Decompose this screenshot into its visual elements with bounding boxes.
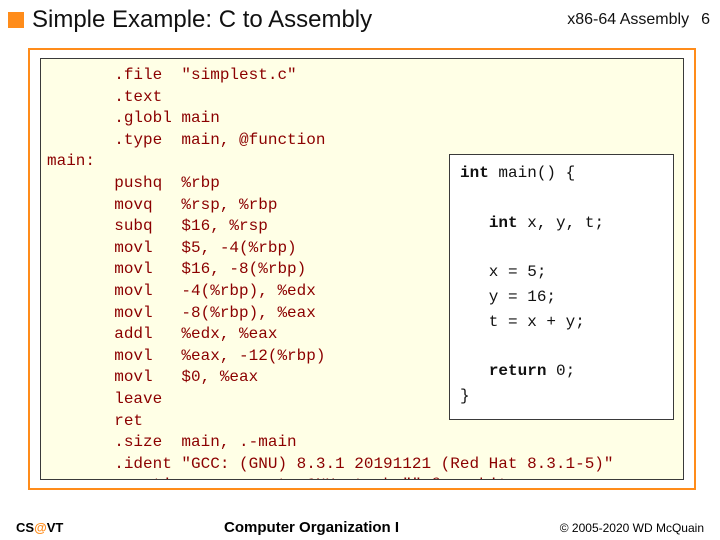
asm-line: ret	[47, 412, 143, 430]
asm-line: .ident "GCC: (GNU) 8.3.1 20191121 (Red H…	[47, 455, 614, 473]
asm-line: .size main, .-main	[47, 433, 297, 451]
c-text: 0;	[546, 362, 575, 380]
footer-cs: CS	[16, 520, 34, 535]
asm-line: .section .note.GNU-stack,"",@progbits	[47, 476, 517, 480]
asm-line: movl $5, -4(%rbp)	[47, 239, 297, 257]
c-kw: int	[460, 164, 489, 182]
asm-line: movl $16, -8(%rbp)	[47, 260, 306, 278]
header-right: x86-64 Assembly 6	[567, 11, 710, 29]
asm-line: .file "simplest.c"	[47, 66, 297, 84]
asm-line: main:	[47, 152, 95, 170]
asm-line: movq %rsp, %rbp	[47, 196, 277, 214]
c-kw: return	[489, 362, 547, 380]
asm-line: .text	[47, 88, 162, 106]
footer-left: CS@VT	[16, 520, 63, 535]
asm-line: subq $16, %rsp	[47, 217, 268, 235]
footer-center: Computer Organization I	[63, 519, 559, 536]
slide-title: Simple Example: C to Assembly	[32, 6, 567, 34]
c-indent	[460, 214, 489, 232]
c-code-box: int main() { int x, y, t; x = 5; y = 16;…	[449, 154, 674, 420]
page-number: 6	[701, 11, 710, 29]
c-text: y = 16;	[460, 288, 556, 306]
footer-vt: VT	[47, 520, 64, 535]
slide-header: Simple Example: C to Assembly x86-64 Ass…	[0, 0, 720, 44]
accent-square	[8, 12, 24, 28]
c-text: x, y, t;	[518, 214, 604, 232]
asm-line: pushq %rbp	[47, 174, 220, 192]
asm-line: movl $0, %eax	[47, 368, 258, 386]
slide-footer: CS@VT Computer Organization I © 2005-202…	[0, 519, 720, 536]
c-text: }	[460, 387, 470, 405]
asm-line: leave	[47, 390, 162, 408]
footer-right: © 2005-2020 WD McQuain	[560, 521, 704, 535]
asm-line: .type main, @function	[47, 131, 325, 149]
c-indent	[460, 362, 489, 380]
footer-at: @	[34, 520, 47, 535]
asm-line: movl -4(%rbp), %edx	[47, 282, 316, 300]
asm-line: movl -8(%rbp), %eax	[47, 304, 316, 322]
c-text: x = 5;	[460, 263, 546, 281]
asm-line: addl %edx, %eax	[47, 325, 277, 343]
c-text: main() {	[489, 164, 575, 182]
asm-line: .globl main	[47, 109, 220, 127]
asm-line: movl %eax, -12(%rbp)	[47, 347, 325, 365]
content-frame: .file "simplest.c" .text .globl main .ty…	[28, 48, 696, 490]
c-text: t = x + y;	[460, 313, 585, 331]
c-kw: int	[489, 214, 518, 232]
slide-subject: x86-64 Assembly	[567, 11, 689, 29]
